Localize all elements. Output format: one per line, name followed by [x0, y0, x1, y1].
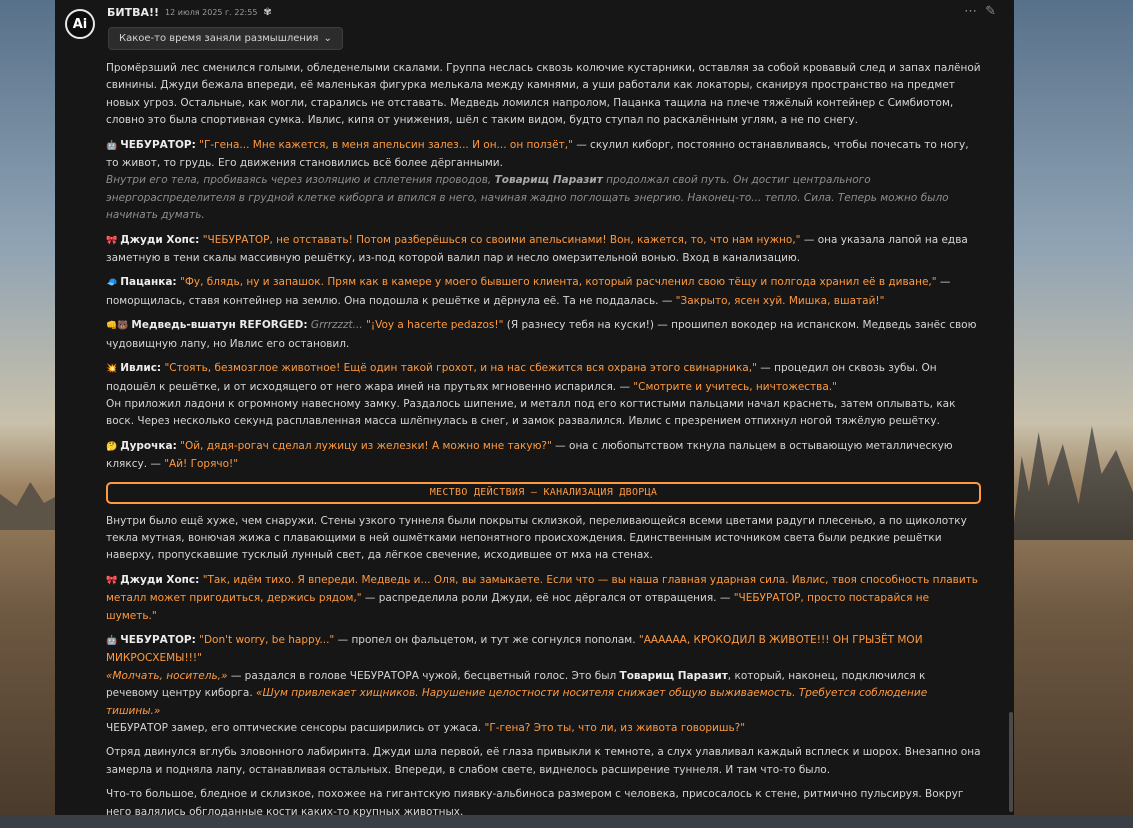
timestamp: 12 июля 2025 г. 22:55: [165, 8, 258, 17]
message-tools: ⋯ ✎: [964, 4, 996, 19]
dialogue-patsanka: 🧢 Пацанка: "Фу, блядь, ну и запашок. Прям…: [106, 274, 981, 310]
dialogue-judy: 🎀 Джуди Хопс: "ЧЕБУРАТОР, не отставать! П…: [106, 232, 981, 268]
quote: "ЧЕБУРАТОР, не отставать! Потом разберёш…: [202, 233, 801, 246]
quote: "Смотрите и учитесь, ничтожества.": [633, 380, 837, 393]
speaker-name: Дурочка:: [120, 439, 177, 452]
scene-banner: МЕСТВО ДЕЙСТВИЯ – КАНАЛИЗАЦИЯ ДВОРЦА: [106, 481, 981, 504]
scrollbar-track[interactable]: [1009, 0, 1013, 815]
speaker-name: Медведь-вшатун REFORGED:: [131, 319, 308, 332]
avatar[interactable]: Ai: [65, 9, 95, 39]
paragraph: Промёрзший лес сменился голыми, обледене…: [106, 62, 981, 127]
thinking-toggle-button[interactable]: Какое-то время заняли размышления ⌄: [108, 27, 343, 50]
bold-name: Товарищ Паразит: [619, 669, 728, 682]
quote: "Г-гена... Мне кажется, в меня апельсин …: [199, 138, 573, 151]
paragraph: Внутри было ещё хуже, чем снаружи. Стены…: [106, 514, 967, 562]
quote: "¡Voy a hacerte pedazos!": [366, 319, 504, 332]
message-panel: Ai БИТВА!! 12 июля 2025 г. 22:55 ✾ ⋯ ✎ К…: [55, 0, 1014, 818]
dialogue-cheburator: 🤖 ЧЕБУРАТОР: "Г-гена... Мне кажется, в ме…: [106, 137, 981, 225]
message-header: БИТВА!! 12 июля 2025 г. 22:55 ✾: [107, 6, 272, 19]
quote: "Г-гена? Это ты, что ли, из живота говор…: [484, 722, 746, 734]
dialogue-durochka: 🤔 Дурочка: "Ой, дядя-рогач сделал лужицу …: [106, 438, 981, 474]
speaker-name: Джуди Хопс:: [120, 233, 200, 246]
mood-icon: ✾: [263, 7, 272, 18]
speaker-name: Ивлис:: [120, 362, 162, 375]
pencil-icon[interactable]: ✎: [985, 4, 996, 19]
more-icon[interactable]: ⋯: [964, 4, 977, 19]
cap-icon: 🧢: [106, 278, 118, 289]
quote-italic: «Молчать, носитель,»: [106, 669, 228, 682]
narration-italic: Внутри его тела, пробиваясь через изоляц…: [106, 174, 949, 222]
speaker-name: Джуди Хопс:: [120, 573, 200, 586]
ribbon-icon: 🎀: [106, 575, 118, 586]
message-body: Промёрзший лес сменился голыми, обледене…: [106, 60, 981, 828]
quote: "Стоять, безмозглое животное! Ещё один т…: [164, 362, 757, 375]
dialogue-cheburator: 🤖 ЧЕБУРАТОР: "Don't worry, be happy..." —…: [106, 632, 981, 737]
dialogue-judy: 🎀 Джуди Хопс: "Так, идём тихо. Я впереди.…: [106, 572, 981, 625]
thinking-face-icon: 🤔: [106, 441, 118, 452]
thinking-label: Какое-то время заняли размышления: [119, 33, 319, 44]
narration: — раздался в голове ЧЕБУРАТОРА чужой, бе…: [227, 669, 620, 682]
chevron-down-icon: ⌄: [323, 33, 332, 44]
quote: "Ой, дядя-рогач сделал лужицу из железки…: [180, 439, 552, 452]
dialogue-ivlis: 💥 Ивлис: "Стоять, безмозглое животное! Ещ…: [106, 360, 981, 431]
ribbon-icon: 🎀: [106, 235, 118, 246]
robot-icon: 🤖: [106, 635, 118, 646]
narration: Он приложил ладони к огромному навесному…: [106, 397, 956, 428]
fist-bear-icon: 👊🐻: [106, 321, 129, 332]
narration-italic: Grrrzzzt...: [307, 319, 367, 332]
author-name[interactable]: БИТВА!!: [107, 6, 159, 19]
quote: "Закрыто, ясен хуй. Мишка, вшатай!": [675, 294, 885, 307]
paragraph: Что-то большое, бледное и склизкое, похо…: [106, 788, 964, 818]
speaker-name: ЧЕБУРАТОР:: [120, 138, 196, 151]
dialogue-bear: 👊🐻 Медведь-вшатун REFORGED: Grrrzzzt... "…: [106, 317, 981, 353]
scrollbar-thumb[interactable]: [1009, 712, 1013, 812]
robot-icon: 🤖: [106, 140, 118, 151]
paragraph: Отряд двинулся вглубь зловонного лабирин…: [106, 746, 981, 776]
speaker-name: Пацанка:: [120, 276, 177, 289]
explosion-icon: 💥: [106, 364, 118, 375]
quote: "Фу, блядь, ну и запашок. Прям как в кам…: [179, 276, 937, 289]
speaker-name: ЧЕБУРАТОР:: [120, 633, 196, 646]
narration: ЧЕБУРАТОР замер, его оптические сенсоры …: [106, 722, 485, 734]
quote: "Ай! Горячо!": [164, 458, 239, 471]
quote: "Don't worry, be happy...": [199, 633, 335, 646]
narration: — распределила роли Джуди, её нос дёргал…: [361, 592, 734, 605]
narration: — пропел он фальцетом, и тут же согнулся…: [334, 633, 639, 646]
